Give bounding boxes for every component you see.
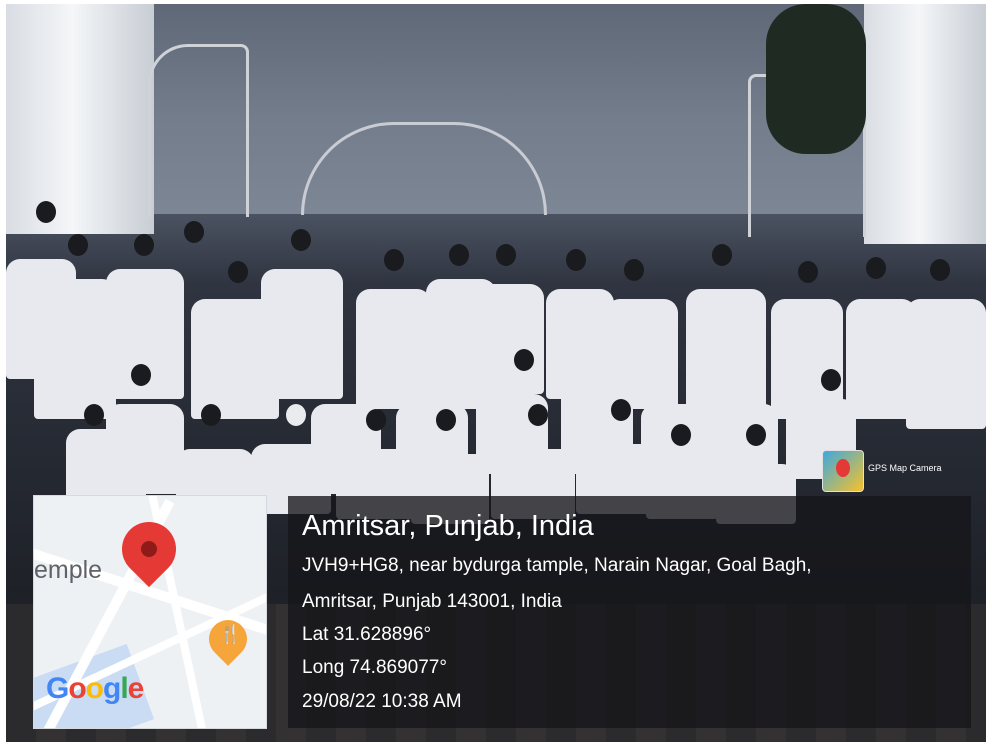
google-logo: Google — [46, 672, 144, 705]
map-thumbnail[interactable]: emple 🍴 Google — [33, 495, 267, 729]
longitude: Long 74.869077° — [302, 657, 447, 678]
map-place-label: emple — [34, 556, 103, 584]
gps-map-camera-icon — [822, 450, 864, 492]
app-badge-label: GPS Map Camera — [868, 463, 942, 473]
latitude: Lat 31.628896° — [302, 624, 432, 645]
fork-knife-icon: 🍴 — [219, 624, 242, 644]
timestamp: 29/08/22 10:38 AM — [302, 691, 462, 712]
app-badge: GPS Map Camera — [822, 450, 972, 492]
location-title: Amritsar, Punjab, India — [302, 510, 594, 542]
address-line-1: JVH9+HG8, near bydurga tample, Narain Na… — [302, 555, 812, 576]
trees — [766, 4, 866, 154]
address-line-2: Amritsar, Punjab 143001, India — [302, 591, 562, 612]
location-info-panel: Amritsar, Punjab, India JVH9+HG8, near b… — [288, 496, 971, 728]
map-pin-icon — [110, 510, 188, 588]
